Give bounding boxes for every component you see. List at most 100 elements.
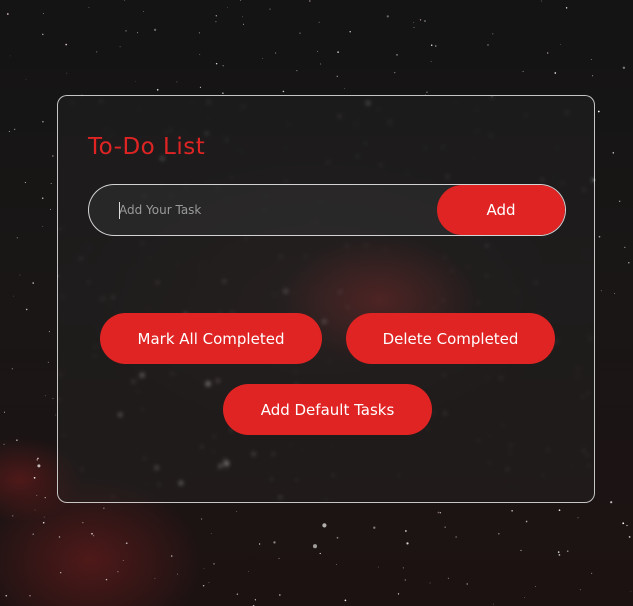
star xyxy=(540,0,543,2)
star xyxy=(243,23,245,25)
star xyxy=(29,595,31,597)
star xyxy=(626,525,628,527)
star xyxy=(628,262,630,264)
star xyxy=(344,599,347,602)
star xyxy=(198,32,200,34)
star xyxy=(236,511,237,512)
star xyxy=(32,282,34,284)
add-default-tasks-button[interactable]: Add Default Tasks xyxy=(223,384,432,435)
star xyxy=(413,22,415,23)
star xyxy=(213,563,215,565)
add-task-button[interactable]: Add xyxy=(437,185,565,235)
star xyxy=(565,7,568,9)
star xyxy=(435,45,437,47)
star xyxy=(336,75,338,77)
star xyxy=(590,59,592,60)
star xyxy=(201,518,203,520)
star xyxy=(66,72,68,74)
star xyxy=(299,32,301,34)
star xyxy=(153,28,157,32)
star xyxy=(335,564,337,565)
star xyxy=(47,361,49,363)
star xyxy=(430,61,432,63)
star xyxy=(5,594,8,597)
star xyxy=(208,582,210,584)
star xyxy=(176,573,179,575)
star xyxy=(52,398,54,400)
star xyxy=(598,235,601,238)
star xyxy=(492,33,494,35)
star xyxy=(37,464,41,468)
star xyxy=(566,550,569,553)
star xyxy=(610,501,613,504)
star xyxy=(312,544,318,549)
star xyxy=(577,517,579,519)
star xyxy=(11,368,13,370)
star xyxy=(215,21,217,23)
task-input[interactable] xyxy=(89,185,437,235)
star xyxy=(222,92,224,94)
star xyxy=(525,520,528,523)
star xyxy=(215,62,218,65)
star xyxy=(42,33,44,36)
star xyxy=(273,541,276,544)
delete-completed-button[interactable]: Delete Completed xyxy=(346,313,555,364)
star xyxy=(48,331,50,333)
star xyxy=(424,20,426,22)
star xyxy=(278,594,281,596)
star xyxy=(96,51,98,53)
star xyxy=(558,509,561,512)
star xyxy=(8,130,10,132)
star xyxy=(466,583,468,585)
star xyxy=(487,44,489,46)
star xyxy=(45,395,46,397)
star xyxy=(19,274,21,276)
star xyxy=(319,552,321,555)
mark-all-completed-button[interactable]: Mark All Completed xyxy=(100,313,322,364)
star xyxy=(262,58,264,59)
star xyxy=(16,237,18,239)
star xyxy=(13,295,14,297)
star xyxy=(222,65,224,67)
star xyxy=(547,52,549,54)
star xyxy=(236,593,239,595)
star xyxy=(6,13,9,15)
star xyxy=(349,30,351,33)
todo-card: To-Do List Add Mark All Completed Delete… xyxy=(57,95,595,503)
star xyxy=(65,43,68,46)
star xyxy=(156,89,159,91)
star xyxy=(52,155,54,157)
star xyxy=(49,208,51,210)
star xyxy=(336,536,339,539)
star xyxy=(373,526,376,529)
star xyxy=(402,567,404,569)
star xyxy=(125,542,128,545)
star xyxy=(14,128,16,130)
star xyxy=(520,549,522,551)
star xyxy=(124,0,126,1)
star xyxy=(447,577,449,579)
star xyxy=(558,554,561,556)
star xyxy=(42,521,45,524)
star xyxy=(320,63,322,65)
star xyxy=(386,15,389,18)
page-title: To-Do List xyxy=(88,134,206,160)
star xyxy=(82,522,84,524)
star xyxy=(43,516,45,518)
star xyxy=(32,533,35,536)
star xyxy=(176,81,178,83)
star xyxy=(42,120,44,123)
star xyxy=(318,21,320,23)
star xyxy=(396,54,398,56)
star xyxy=(579,589,581,591)
star xyxy=(406,542,409,545)
star xyxy=(3,443,5,446)
star xyxy=(125,30,127,32)
star xyxy=(600,290,602,292)
star xyxy=(630,590,632,592)
text-caret xyxy=(119,202,120,219)
star xyxy=(203,567,205,569)
star xyxy=(122,560,124,561)
star xyxy=(437,511,440,514)
star xyxy=(344,88,346,89)
